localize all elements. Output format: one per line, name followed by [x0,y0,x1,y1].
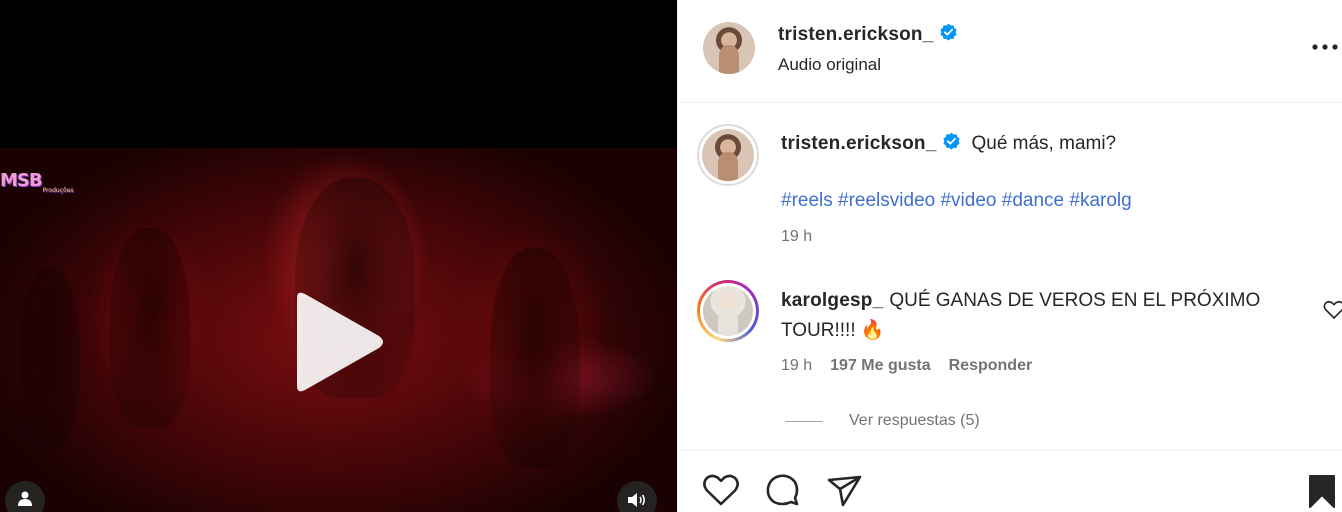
reply-button[interactable]: Responder [949,357,1033,375]
heart-icon [703,474,739,506]
reel-post-view: MSBProduções tristen.erickson_ Audio ori… [0,0,1342,512]
send-icon [827,475,862,507]
action-bar [678,450,1342,512]
comment-icon [766,474,799,506]
user-tag-icon [18,491,32,506]
bookmark-icon [1309,475,1335,508]
caption-text: Qué más, mami? [971,133,1117,154]
post-details-panel: tristen.erickson_ Audio original tristen… [677,0,1342,512]
comment: karolgesp_ QUÉ GANAS DE VEROS EN EL PRÓXI… [781,286,1301,346]
author-username[interactable]: tristen.erickson_ [778,24,933,45]
caption-hashtags: #reels #reelsvideo #video #dance #karolg [781,190,1132,212]
caption: tristen.erickson_ Qué más, mami? [781,132,1116,155]
hashtag-link[interactable]: #reelsvideo [838,190,935,211]
share-button[interactable] [826,473,866,512]
save-button[interactable] [1306,473,1342,512]
like-button[interactable] [702,473,742,512]
commenter-avatar-story-ring[interactable] [697,280,759,342]
comment-like-button[interactable] [1323,300,1342,320]
caption-avatar-ring[interactable] [697,124,759,186]
video-player[interactable]: MSBProduções [0,0,677,512]
commenter-username[interactable]: karolgesp_ [781,290,883,311]
watermark-main: MSB [0,170,43,191]
hashtag-link[interactable]: #video [940,190,996,211]
comment-button[interactable] [764,473,804,512]
author-avatar[interactable] [703,22,755,74]
replies-divider [785,420,823,422]
heart-icon [1323,300,1342,320]
audio-label[interactable]: Audio original [778,55,881,75]
view-replies-button[interactable]: Ver respuestas (5) [785,412,980,430]
play-icon [297,292,383,392]
view-replies-label[interactable]: Ver respuestas (5) [849,412,980,430]
watermark-sub: Produções [42,187,74,194]
comment-timestamp[interactable]: 19 h [781,357,812,375]
caption-author-avatar[interactable] [702,129,754,181]
hashtag-link[interactable]: #reels [781,190,833,211]
more-options-button[interactable] [1311,37,1339,57]
verified-badge-icon [943,132,961,150]
verified-badge-icon [940,23,958,41]
more-options-icon [1312,44,1338,50]
comment-likes-count[interactable]: 197 Me gusta [830,357,930,375]
post-header: tristen.erickson_ Audio original [678,0,1342,103]
hashtag-link[interactable]: #karolg [1069,190,1131,211]
author-name-row: tristen.erickson_ [778,23,958,46]
play-button[interactable] [287,290,387,394]
hashtag-link[interactable]: #dance [1002,190,1064,211]
caption-timestamp[interactable]: 19 h [781,228,812,246]
caption-username[interactable]: tristen.erickson_ [781,133,936,154]
comment-meta: 19 h 197 Me gusta Responder [781,357,1032,375]
speaker-icon [628,493,646,507]
watermark-logo: MSBProduções [0,170,74,194]
commenter-avatar[interactable] [703,286,753,336]
